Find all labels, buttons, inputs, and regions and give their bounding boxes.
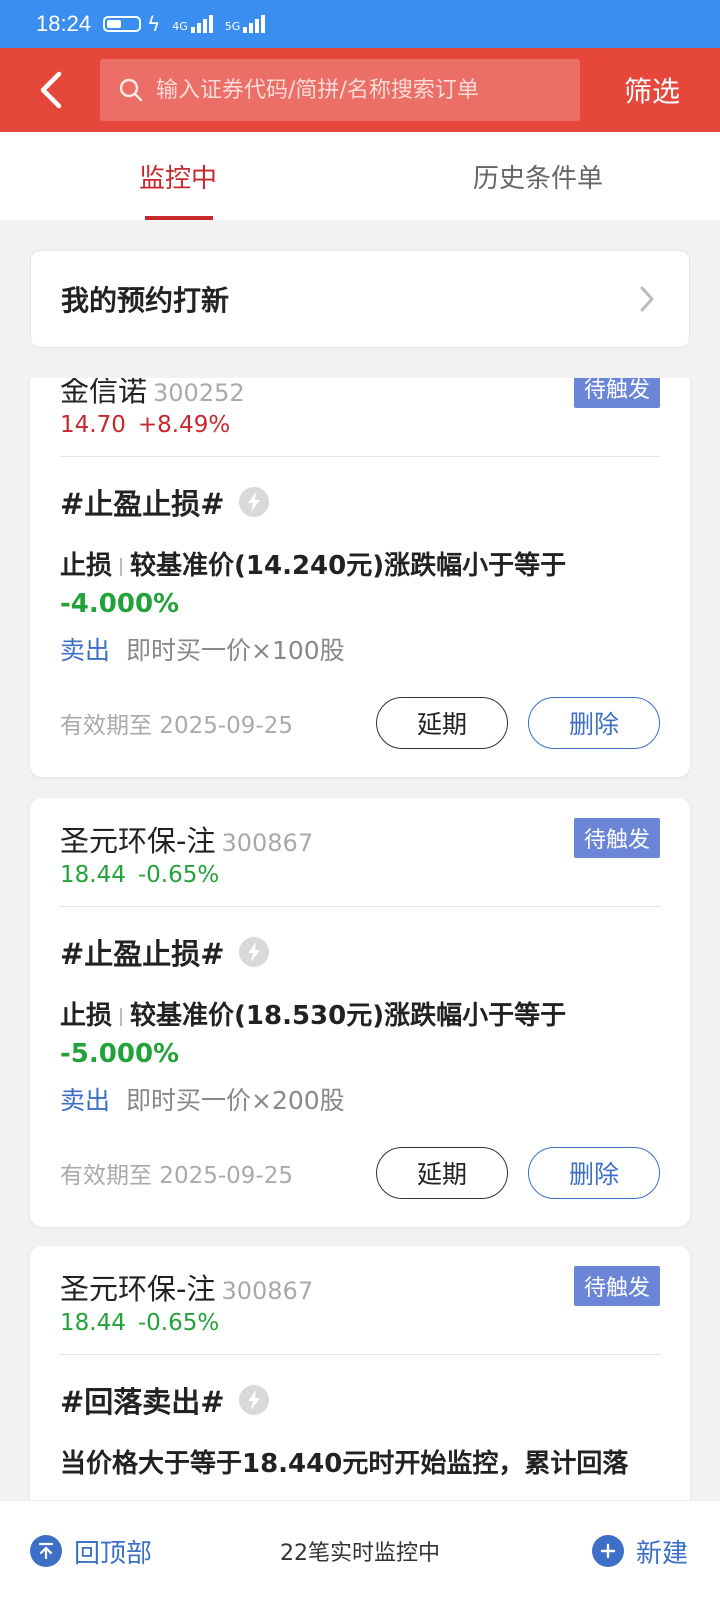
battery-icon	[103, 16, 142, 32]
delete-button[interactable]: 删除	[528, 1147, 660, 1199]
stock-name-text: 金信诺	[60, 378, 148, 408]
network-label-4g: 4G	[172, 20, 188, 33]
strategy-title-text: #回落卖出#	[60, 1385, 225, 1419]
lightning-icon	[238, 487, 269, 517]
condition-type: 止损	[60, 1001, 113, 1031]
order-card: 圣元环保-注 300867 待触发 18.44 -0.65% #止盈止损# 止损 较基…	[30, 798, 690, 1227]
stock-name: 圣元环保-注 300867	[60, 818, 313, 860]
charging-icon: ϟ	[147, 12, 161, 36]
stock-quote: 18.44 -0.65%	[60, 862, 219, 888]
chevron-right-icon	[640, 286, 654, 312]
card-header: 金信诺 300252 待触发 14.70 +8.49%	[60, 378, 660, 456]
order-list[interactable]: 金信诺 300252 待触发 14.70 +8.49% #止盈止损# 止损 较基准价(…	[0, 378, 720, 1500]
action-side: 卖出	[60, 1086, 111, 1115]
active-tab-indicator	[145, 216, 213, 220]
extend-button[interactable]: 延期	[376, 1147, 508, 1199]
strategy-title: #止盈止损#	[60, 457, 660, 523]
status-badge: 待触发	[573, 378, 660, 408]
stock-price: 14.70	[60, 412, 126, 438]
condition-text: 较基准价(18.530元)涨跌幅小于等于	[130, 1001, 567, 1031]
back-button[interactable]	[0, 48, 100, 132]
condition-percent: -5.000%	[60, 1039, 180, 1069]
stock-price: 18.44	[60, 862, 126, 888]
condition-type: 止损	[60, 551, 113, 581]
ipo-reservation-label: 我的预约打新	[61, 284, 230, 317]
stock-name: 金信诺 300252	[60, 378, 245, 410]
action-detail: 即时买一价×200股	[126, 1086, 345, 1115]
valid-until: 有效期至 2025-09-25	[60, 713, 293, 739]
stock-price: 18.44	[60, 1310, 126, 1336]
delete-button[interactable]: 删除	[528, 697, 660, 749]
order-action: 卖出 即时买一价×100股	[60, 631, 660, 667]
filter-button[interactable]: 筛选	[624, 70, 680, 110]
condition-separator	[120, 557, 123, 576]
condition-text: 较基准价(14.240元)涨跌幅小于等于	[130, 551, 567, 581]
tab-bar: 监控中 历史条件单	[0, 132, 720, 220]
action-side: 卖出	[60, 636, 111, 665]
signal-5g-icon: 5G	[225, 15, 266, 33]
order-card: 圣元环保-注 300867 待触发 18.44 -0.65% #回落卖出# 当价格大…	[30, 1246, 690, 1500]
lightning-icon	[238, 937, 269, 967]
status-badge: 待触发	[573, 818, 660, 858]
top-bar: 筛选	[0, 48, 720, 132]
strategy-title: #止盈止损#	[60, 907, 660, 973]
strategy-title-text: #止盈止损#	[60, 937, 225, 971]
stock-code: 300867	[221, 1277, 314, 1305]
card-header: 圣元环保-注 300867 待触发 18.44 -0.65%	[60, 798, 660, 906]
strategy-title-text: #止盈止损#	[60, 487, 225, 521]
search-box[interactable]	[100, 59, 580, 121]
card-header: 圣元环保-注 300867 待触发 18.44 -0.65%	[60, 1246, 660, 1354]
status-badge: 待触发	[573, 1266, 660, 1306]
status-bar: 18:24 ϟ 4G 5G	[0, 0, 720, 48]
tab-history[interactable]: 历史条件单	[360, 132, 720, 220]
stock-name: 圣元环保-注 300867	[60, 1266, 313, 1308]
trigger-condition: 当价格大于等于18.440元时开始监控，累计回落	[60, 1445, 660, 1483]
network-label-5g: 5G	[224, 20, 241, 33]
card-footer: 有效期至 2025-09-25 延期 删除	[60, 1145, 660, 1227]
valid-until: 有效期至 2025-09-25	[60, 1163, 293, 1189]
plus-icon	[591, 1535, 624, 1567]
stock-change: -0.65%	[137, 1310, 220, 1336]
bottom-bar: 回顶部 22笔实时监控中 新建	[0, 1500, 720, 1601]
stock-change: -0.65%	[137, 862, 220, 888]
condition-text: 当价格大于等于18.440元时开始监控，累计回落	[60, 1449, 629, 1479]
stock-change: +8.49%	[137, 412, 231, 438]
strategy-title: #回落卖出#	[60, 1355, 660, 1421]
new-order-button[interactable]: 新建	[591, 1533, 688, 1570]
signal-4g-icon: 4G	[172, 15, 213, 33]
my-ipo-reservation-row[interactable]: 我的预约打新	[30, 250, 690, 348]
search-input[interactable]	[154, 76, 558, 104]
back-to-top-button[interactable]: 回顶部	[30, 1533, 152, 1570]
lightning-icon	[238, 1385, 269, 1415]
stock-name-text: 圣元环保-注	[60, 824, 216, 858]
order-card: 金信诺 300252 待触发 14.70 +8.49% #止盈止损# 止损 较基准价(…	[30, 378, 690, 777]
stock-code: 300867	[221, 829, 314, 857]
card-footer: 有效期至 2025-09-25 延期 删除	[60, 695, 660, 777]
search-icon	[119, 78, 143, 102]
condition-percent: -4.000%	[60, 589, 180, 619]
stock-quote: 14.70 +8.49%	[60, 412, 230, 438]
action-detail: 即时买一价×100股	[126, 636, 345, 665]
back-arrow-icon	[40, 71, 62, 109]
order-action: 卖出 即时买一价×200股	[60, 1081, 660, 1117]
stock-name-text: 圣元环保-注	[60, 1272, 216, 1306]
tab-monitoring[interactable]: 监控中	[0, 132, 360, 220]
status-time: 18:24	[36, 11, 92, 36]
tab-history-label: 历史条件单	[472, 163, 603, 194]
stock-code: 300252	[153, 379, 245, 407]
trigger-condition: 止损 较基准价(14.240元)涨跌幅小于等于 -4.000%	[60, 547, 660, 623]
tab-monitoring-label: 监控中	[138, 163, 217, 194]
trigger-condition: 止损 较基准价(18.530元)涨跌幅小于等于 -5.000%	[60, 997, 660, 1073]
condition-separator	[120, 1007, 123, 1026]
stock-quote: 18.44 -0.65%	[60, 1310, 219, 1336]
arrow-up-icon	[30, 1535, 62, 1567]
back-to-top-label: 回顶部	[74, 1538, 153, 1569]
new-order-label: 新建	[635, 1538, 688, 1569]
extend-button[interactable]: 延期	[376, 697, 508, 749]
